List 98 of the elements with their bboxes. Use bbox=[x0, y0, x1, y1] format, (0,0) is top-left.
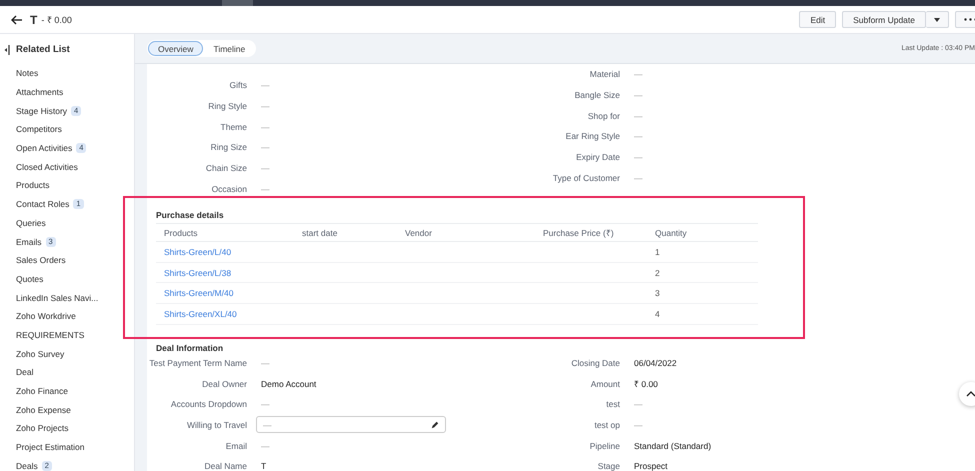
view-tab[interactable]: Timeline bbox=[203, 41, 256, 56]
related-list-item[interactable]: Products bbox=[16, 180, 50, 190]
related-list-item[interactable]: Zoho Expense bbox=[16, 404, 71, 415]
related-list-item[interactable]: Stage History bbox=[16, 106, 68, 116]
field-label: Theme bbox=[220, 122, 247, 132]
field-value: 06/04/2022 bbox=[634, 358, 677, 368]
column-header: Quantity bbox=[647, 224, 758, 242]
related-list-item[interactable]: Zoho Workdrive bbox=[16, 311, 76, 322]
related-list-item[interactable]: Deals bbox=[16, 460, 38, 471]
table-cell: 1 bbox=[655, 246, 660, 257]
caret-icon bbox=[934, 18, 940, 22]
product-link[interactable]: Shirts-Green/L/38 bbox=[164, 268, 232, 278]
related-list-item[interactable]: LinkedIn Sales Navi... bbox=[16, 292, 98, 303]
collapse-icon[interactable] bbox=[4, 44, 10, 54]
field-label: Email bbox=[224, 440, 247, 451]
field-label: Closing Date bbox=[570, 358, 620, 368]
field-value: — bbox=[634, 172, 642, 183]
field-label: Material bbox=[588, 69, 620, 80]
related-list-item[interactable]: Competitors bbox=[16, 124, 62, 134]
field-label: Ear Ring Style bbox=[564, 131, 620, 142]
field-value: ₹ 0.00 bbox=[634, 378, 658, 390]
product-link[interactable]: Shirts-Green/M/40 bbox=[164, 288, 234, 298]
field-value: Demo Account bbox=[261, 378, 316, 389]
product-link[interactable]: Shirts-Green/XL/40 bbox=[164, 308, 237, 319]
related-list-item[interactable]: Quotes bbox=[16, 274, 44, 284]
field-label: Deal Owner bbox=[201, 378, 247, 389]
column-header: Purchase Price (₹) bbox=[535, 224, 647, 242]
related-list-item[interactable]: Notes bbox=[16, 68, 38, 78]
field-label: test bbox=[605, 399, 620, 410]
table-cell: 2 bbox=[655, 268, 660, 278]
field-label: Stage bbox=[596, 461, 620, 471]
edit-button[interactable]: Edit bbox=[799, 11, 836, 28]
field-label: Gifts bbox=[228, 80, 247, 90]
field-label: Expiry Date bbox=[575, 152, 620, 162]
section-title: Purchase details bbox=[156, 210, 758, 224]
field-value: — bbox=[261, 122, 270, 132]
related-list-item[interactable]: Open Activities bbox=[16, 143, 72, 154]
related-list-item[interactable]: REQUIREMENTS bbox=[16, 330, 84, 340]
column-header: Products bbox=[156, 224, 294, 242]
related-list-item[interactable]: Zoho Finance bbox=[16, 386, 68, 396]
field-value: — bbox=[261, 101, 270, 112]
field-value: — bbox=[261, 142, 270, 152]
pencil-icon[interactable] bbox=[431, 420, 439, 429]
field-label: Deal Name bbox=[203, 461, 247, 471]
table-cell: 3 bbox=[655, 288, 660, 298]
field-value: — bbox=[634, 152, 642, 162]
field-value: — bbox=[634, 69, 642, 80]
field-label: Type of Customer bbox=[552, 172, 620, 183]
field-label: Pipeline bbox=[588, 440, 620, 451]
field-label: Amount bbox=[590, 378, 620, 389]
related-list-item[interactable]: Zoho Survey bbox=[16, 348, 64, 359]
related-list-item[interactable]: Contact Roles bbox=[16, 199, 70, 210]
record-title: T bbox=[30, 12, 38, 26]
field-label: Ring Style bbox=[207, 101, 247, 112]
field-label: Occasion bbox=[210, 184, 247, 194]
related-list-item[interactable]: Closed Activities bbox=[16, 162, 78, 172]
field-value: — bbox=[261, 163, 270, 174]
field-value: — bbox=[261, 399, 270, 410]
related-list-item[interactable]: Deal bbox=[16, 367, 34, 378]
field-value: T bbox=[261, 461, 266, 471]
field-label: test op bbox=[593, 420, 620, 430]
field-label: Chain Size bbox=[204, 163, 247, 174]
related-list-item[interactable]: Sales Orders bbox=[16, 255, 66, 266]
dropdown-button[interactable] bbox=[926, 11, 949, 28]
field-value: — bbox=[261, 440, 270, 451]
related-list-item[interactable]: Emails bbox=[16, 236, 42, 247]
related-list-item[interactable]: Zoho Projects bbox=[16, 423, 68, 434]
column-header: start date bbox=[294, 224, 397, 242]
field-value: — bbox=[634, 399, 642, 410]
field-value: — bbox=[634, 131, 642, 142]
sidebar-title: Related List bbox=[16, 44, 70, 55]
column-header: Vendor bbox=[397, 224, 535, 242]
field-value: — bbox=[634, 420, 642, 430]
field-label: Shop for bbox=[586, 110, 620, 121]
table-cell: 4 bbox=[655, 308, 660, 319]
record-amount: - ₹ 0.00 bbox=[41, 14, 72, 26]
more-icon bbox=[964, 18, 975, 21]
field-value: — bbox=[634, 110, 642, 121]
field-label: Ring Size bbox=[210, 142, 247, 152]
field-value: — bbox=[261, 358, 270, 368]
subform-update-button[interactable]: Subform Update bbox=[842, 11, 926, 28]
field-value: — bbox=[261, 80, 270, 90]
field-value: Standard (Standard) bbox=[634, 440, 712, 451]
related-list-item[interactable]: Queries bbox=[16, 218, 46, 228]
field-label: Accounts Dropdown bbox=[170, 399, 247, 410]
field-label: Willing to Travel bbox=[186, 420, 247, 430]
field-value: — bbox=[634, 90, 642, 100]
field-label: Test Payment Term Name bbox=[148, 358, 247, 368]
field-label: Bangle Size bbox=[574, 90, 620, 100]
section-title: Deal Information bbox=[156, 342, 224, 352]
chevron-up-icon bbox=[966, 391, 975, 397]
back-arrow-icon[interactable] bbox=[11, 14, 23, 24]
product-link[interactable]: Shirts-Green/L/40 bbox=[164, 246, 232, 257]
field-value: Prospect bbox=[634, 461, 668, 471]
field-value: — bbox=[261, 184, 270, 194]
view-tab[interactable]: Overview bbox=[148, 41, 204, 56]
related-list-item[interactable]: Attachments bbox=[16, 87, 64, 98]
related-list-item[interactable]: Project Estimation bbox=[16, 442, 84, 452]
